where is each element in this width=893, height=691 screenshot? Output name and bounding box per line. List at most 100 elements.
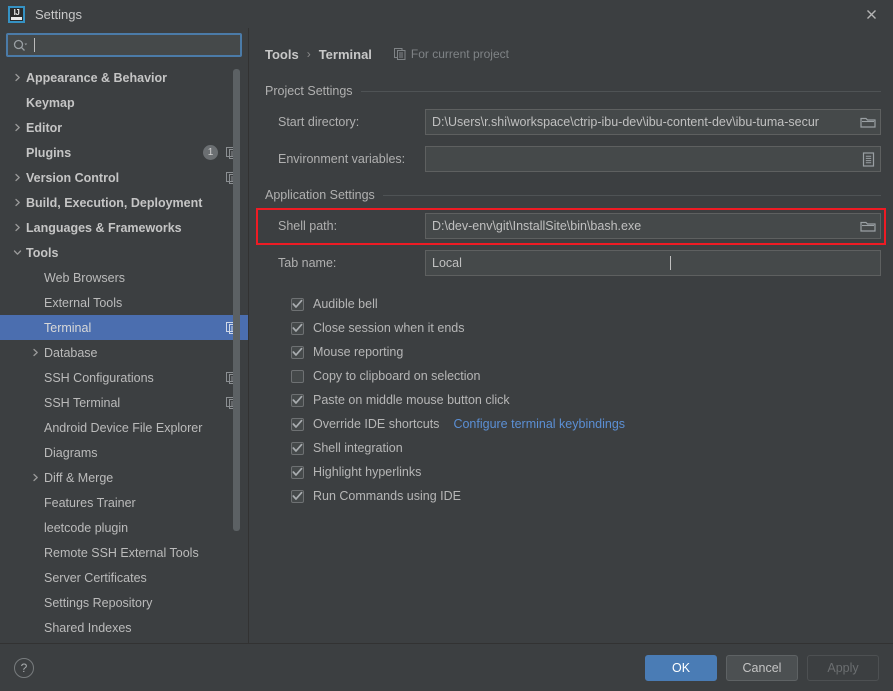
tab-name-input[interactable]: Local [425,250,881,276]
checkbox-row[interactable]: Shell integration [291,436,881,460]
settings-sidebar: Appearance & Behavior Keymap Editor Plugins… [0,28,249,643]
breadcrumb-current: Terminal [318,46,372,62]
help-button[interactable]: ? [14,657,34,678]
sidebar-item-label: Web Browsers [44,270,126,285]
section-header: Project Settings [265,84,881,98]
checkbox-row[interactable]: Highlight hyperlinks [291,460,881,484]
sidebar-item-keymap[interactable]: Keymap [0,90,248,115]
checkbox-checked-icon[interactable] [291,489,304,503]
sidebar-item-plugins[interactable]: Plugins 1 [0,140,248,165]
field-row-environment-variables: Environment variables: [265,146,881,172]
start-directory-input[interactable]: D:\Users\r.shi\workspace\ctrip-ibu-dev\i… [425,109,881,135]
checkbox-label: Close session when it ends [313,321,465,335]
sidebar-item-label: Features Trainer [44,495,136,510]
configure-terminal-keybindings-link[interactable]: Configure terminal keybindings [453,417,625,431]
sidebar-item-label: leetcode plugin [44,520,129,535]
text-caret [670,256,672,270]
sidebar-item-label: Languages & Frameworks [26,220,182,235]
sidebar-item-ssh-configurations[interactable]: SSH Configurations [0,365,248,390]
sidebar-item-label: Server Certificates [44,570,147,585]
close-icon[interactable] [849,0,893,28]
sidebar-item-build-execution-deployment[interactable]: Build, Execution, Deployment [0,190,248,215]
checkbox-label: Mouse reporting [313,345,404,359]
sidebar-item-languages-frameworks[interactable]: Languages & Frameworks [0,215,248,240]
chevron-right-icon[interactable] [10,173,24,182]
sidebar-scrollbar-track[interactable] [233,63,240,643]
dialog-footer: ? OK Cancel Apply [0,643,893,691]
sidebar-item-badge: 1 [203,145,218,160]
sidebar-item-label: Version Control [26,170,120,185]
sidebar-item-external-tools[interactable]: External Tools [0,290,248,315]
sidebar-item-version-control[interactable]: Version Control [0,165,248,190]
sidebar-item-diff-merge[interactable]: Diff & Merge [0,465,248,490]
sidebar-item-remote-ssh-external-tools[interactable]: Remote SSH External Tools [0,540,248,565]
sidebar-item-shared-indexes[interactable]: Shared Indexes [0,615,248,640]
checkbox-row[interactable]: Close session when it ends [291,316,881,340]
folder-browse-icon[interactable] [856,214,880,238]
folder-browse-icon[interactable] [856,110,880,134]
chevron-right-icon[interactable] [10,123,24,132]
search-box[interactable] [6,33,242,57]
search-input[interactable] [38,38,235,52]
sidebar-item-label: Database [44,345,98,360]
checkbox-row[interactable]: Paste on middle mouse button click [291,388,881,412]
sidebar-item-features-trainer[interactable]: Features Trainer [0,490,248,515]
dialog-body: Appearance & Behavior Keymap Editor Plugins… [0,28,893,643]
sidebar-item-ssh-terminal[interactable]: SSH Terminal [0,390,248,415]
checkbox-label: Override IDE shortcuts [313,417,440,431]
cancel-button[interactable]: Cancel [726,654,798,681]
title-bar: IJ Settings [0,0,893,28]
sidebar-item-tools[interactable]: Tools [0,240,248,265]
checkbox-row[interactable]: Audible bell [291,292,881,316]
search-area [0,28,248,63]
checkbox-row[interactable]: Run Commands using IDE [291,484,881,508]
field-value: D:\Users\r.shi\workspace\ctrip-ibu-dev\i… [432,115,819,129]
shell-path-input[interactable]: D:\dev-env\git\InstallSite\bin\bash.exe [425,213,881,239]
sidebar-item-android-device-file-explorer[interactable]: Android Device File Explorer [0,415,248,440]
chevron-down-icon[interactable] [10,248,24,257]
section-divider [382,194,881,196]
sidebar-item-server-certificates[interactable]: Server Certificates [0,565,248,590]
checkbox-checked-icon[interactable] [291,321,304,335]
sidebar-item-diagrams[interactable]: Diagrams [0,440,248,465]
sidebar-item-terminal[interactable]: Terminal [0,315,248,340]
sidebar-scrollbar-thumb[interactable] [233,69,240,531]
sidebar-item-editor[interactable]: Editor [0,115,248,140]
sidebar-item-web-browsers[interactable]: Web Browsers [0,265,248,290]
chevron-right-icon[interactable] [28,348,42,357]
sidebar-item-appearance-behavior[interactable]: Appearance & Behavior [0,65,248,90]
field-value: D:\dev-env\git\InstallSite\bin\bash.exe [432,219,642,233]
checkbox-unchecked-icon[interactable] [291,369,304,383]
section-divider [360,90,881,92]
environment-variables-input[interactable] [425,146,881,172]
sidebar-item-database[interactable]: Database [0,340,248,365]
checkbox-row[interactable]: Override IDE shortcuts Configure terminal… [291,412,881,436]
sidebar-item-label: Remote SSH External Tools [44,545,199,560]
settings-tree[interactable]: Appearance & Behavior Keymap Editor Plugins… [0,63,248,643]
chevron-right-icon[interactable] [10,198,24,207]
edit-list-icon[interactable] [856,147,880,171]
checkbox-checked-icon[interactable] [291,297,304,311]
checkbox-checked-icon[interactable] [291,417,304,431]
checkbox-checked-icon[interactable] [291,393,304,407]
sidebar-item-label: Android Device File Explorer [44,420,203,435]
chevron-right-icon[interactable] [28,473,42,482]
section-title: Project Settings [265,84,353,98]
project-scope-icon [393,48,406,60]
chevron-right-icon[interactable] [10,73,24,82]
checkbox-row[interactable]: Copy to clipboard on selection [291,364,881,388]
sidebar-item-label: Editor [26,120,63,135]
window-title: Settings [35,6,82,22]
sidebar-item-leetcode-plugin[interactable]: leetcode plugin [0,515,248,540]
checkbox-checked-icon[interactable] [291,345,304,359]
checkbox-row[interactable]: Mouse reporting [291,340,881,364]
breadcrumb-parent[interactable]: Tools [265,47,299,62]
checkbox-label: Shell integration [313,441,403,455]
sidebar-item-label: Shared Indexes [44,620,132,635]
checkbox-checked-icon[interactable] [291,441,304,455]
checkbox-checked-icon[interactable] [291,465,304,479]
search-icon [13,39,28,52]
chevron-right-icon[interactable] [10,223,24,232]
ok-button[interactable]: OK [645,654,717,681]
sidebar-item-settings-repository[interactable]: Settings Repository [0,590,248,615]
